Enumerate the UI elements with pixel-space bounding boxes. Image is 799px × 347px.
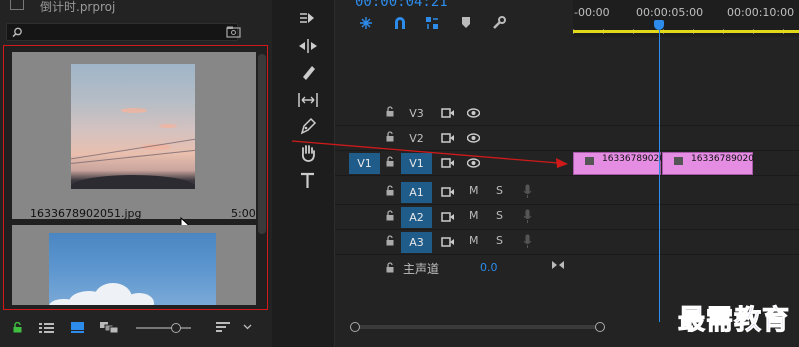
video-track-v2: V2 (335, 126, 799, 151)
solo-button[interactable]: S (496, 209, 503, 222)
track-name[interactable]: A3 (401, 232, 432, 253)
hand-icon[interactable] (297, 143, 319, 163)
search-icon (12, 27, 22, 38)
source-patch-v1[interactable]: V1 (349, 153, 380, 174)
video-track-v3: V3 (335, 101, 799, 126)
ruler-label: -00:00 (574, 6, 610, 19)
timeline-panel: 00:00:04:21 -00:00 00:00:05:00 00:00:10:… (334, 0, 799, 347)
new-bin-icon[interactable] (226, 26, 242, 38)
project-toolbar (0, 318, 272, 340)
solo-button[interactable]: S (496, 234, 503, 247)
audio-track-a1: A1 M S (335, 180, 799, 205)
ruler-label: 00:00:05:00 (636, 6, 704, 19)
pen-icon[interactable] (297, 116, 319, 136)
tools-panel (282, 0, 332, 347)
eye-icon[interactable] (467, 132, 480, 144)
clip-label: 16336789020 (602, 154, 665, 164)
audio-track-a3: A3 M S (335, 230, 799, 255)
list-item[interactable]: 1633678902051.jpg 5:00 (12, 52, 256, 235)
icon-view-icon[interactable] (71, 322, 84, 333)
lock-icon[interactable] (386, 210, 394, 221)
track-name[interactable]: V1 (401, 153, 432, 174)
lock-icon[interactable] (386, 106, 394, 117)
track-select-icon[interactable] (297, 8, 319, 28)
playhead-line (659, 30, 660, 322)
fx-badge-icon (674, 157, 683, 165)
toggle-output-icon[interactable] (441, 236, 455, 248)
razor-icon[interactable] (297, 62, 319, 82)
mute-button[interactable]: M (469, 209, 479, 222)
bin-scrollbar[interactable] (258, 54, 266, 234)
scroll-handle-right[interactable] (595, 322, 605, 332)
type-icon[interactable] (297, 170, 319, 190)
toggle-output-icon[interactable] (441, 107, 455, 119)
freeform-view-icon[interactable] (100, 322, 118, 333)
nest-toggle-icon[interactable] (359, 16, 373, 30)
playhead-timecode[interactable]: 00:00:04:21 (355, 0, 448, 10)
toggle-output-icon[interactable] (441, 211, 455, 223)
wrench-icon[interactable] (492, 16, 506, 30)
list-item[interactable] (12, 225, 256, 305)
track-name[interactable]: A2 (401, 207, 432, 228)
stereo-icon[interactable] (551, 260, 565, 270)
lock-icon[interactable] (13, 322, 22, 333)
mute-button[interactable]: M (469, 234, 479, 247)
master-label: 主声道 (403, 262, 440, 276)
thumbnail-image (49, 233, 216, 305)
track-name[interactable]: V3 (401, 103, 432, 124)
microphone-icon[interactable] (523, 209, 532, 224)
ruler-label: 00:00:10:00 (727, 6, 795, 19)
clip-duration: 5:00 (231, 207, 256, 220)
ripple-edit-icon[interactable] (297, 36, 319, 56)
sort-icon[interactable] (216, 322, 230, 333)
file-icon (10, 0, 24, 10)
linked-selection-icon[interactable] (425, 16, 439, 30)
playhead-handle[interactable] (654, 20, 664, 30)
lock-icon[interactable] (386, 262, 394, 273)
track-name[interactable]: V2 (401, 128, 432, 149)
lock-icon[interactable] (386, 185, 394, 196)
lock-icon[interactable] (386, 235, 394, 246)
work-area-bar[interactable] (573, 30, 799, 33)
master-volume-value[interactable]: 0.0 (480, 261, 498, 274)
lock-icon[interactable] (386, 131, 394, 142)
eye-icon[interactable] (467, 157, 480, 169)
project-title: 倒计时.prproj (40, 0, 116, 14)
add-marker-icon[interactable] (461, 16, 471, 29)
slip-icon[interactable] (297, 90, 319, 110)
project-bin: 1633678902051.jpg 5:00 (3, 45, 268, 310)
thumbnail-image (71, 64, 195, 189)
master-track: 主声道 0.0 (335, 255, 799, 280)
clip-name: 1633678902051.jpg (30, 207, 142, 220)
watermark: 最需教育 (678, 305, 790, 337)
snap-icon[interactable] (393, 16, 407, 30)
search-input[interactable] (6, 23, 238, 41)
lock-icon[interactable] (386, 156, 394, 167)
timeline-clip[interactable]: 16336789020 (573, 152, 665, 175)
mute-button[interactable]: M (469, 184, 479, 197)
toggle-output-icon[interactable] (441, 157, 455, 169)
track-name[interactable]: A1 (401, 182, 432, 203)
eye-icon[interactable] (467, 107, 480, 119)
toggle-output-icon[interactable] (441, 186, 455, 198)
chevron-down-icon[interactable] (243, 324, 252, 330)
scroll-handle-left[interactable] (350, 322, 360, 332)
audio-track-a2: A2 M S (335, 205, 799, 230)
microphone-icon[interactable] (523, 184, 532, 199)
project-panel: 倒计时.prproj 1633678902051.jpg 5:00 (0, 0, 272, 347)
list-view-icon[interactable] (39, 322, 55, 333)
zoom-slider-track[interactable] (136, 327, 191, 329)
timeline-clip[interactable]: 16336789020 (662, 152, 754, 175)
solo-button[interactable]: S (496, 184, 503, 197)
microphone-icon[interactable] (523, 234, 532, 249)
zoom-slider-handle[interactable] (171, 323, 181, 333)
clip-label: 16336789020 (691, 154, 754, 164)
fx-badge-icon (585, 157, 594, 165)
project-title-bar: 倒计时.prproj (0, 0, 272, 16)
toggle-output-icon[interactable] (441, 132, 455, 144)
